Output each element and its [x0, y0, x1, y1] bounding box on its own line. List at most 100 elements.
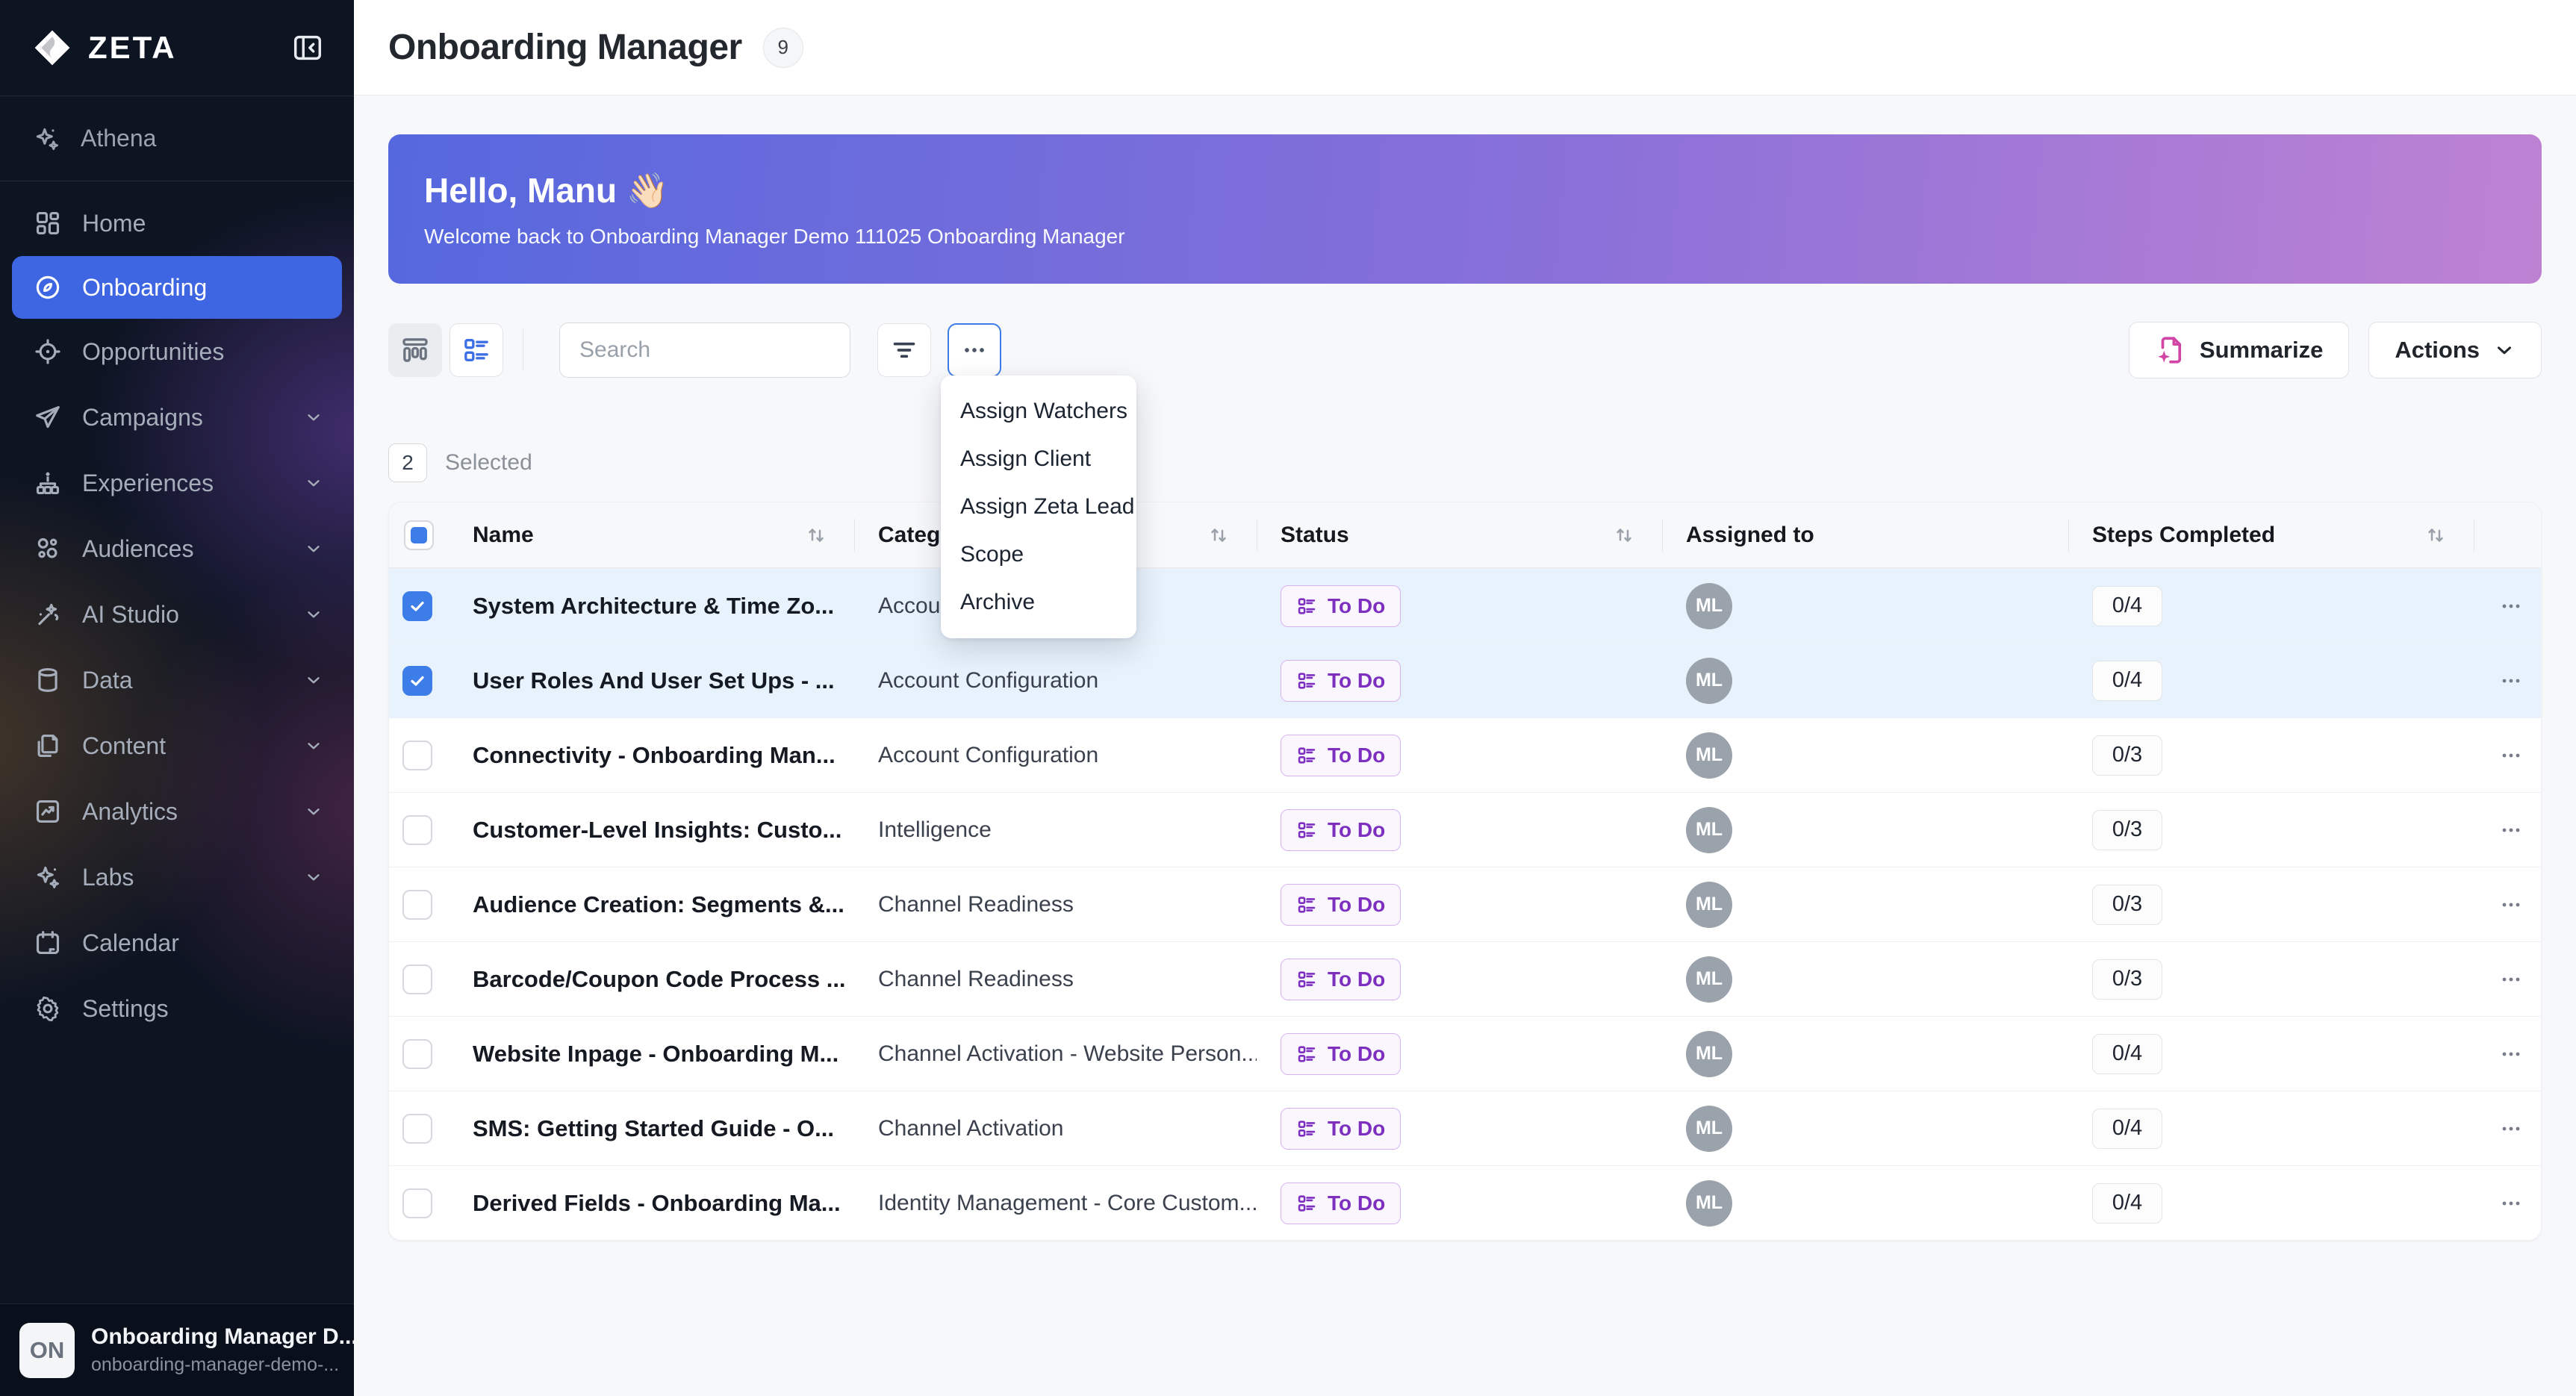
sidebar-item-opportunities[interactable]: Opportunities [0, 319, 354, 384]
assignee-avatar: ML [1686, 1031, 1732, 1077]
table-row[interactable]: SMS: Getting Started Guide - O... Channe… [389, 1091, 2541, 1165]
bulk-actions-button[interactable] [948, 323, 1001, 377]
sidebar-item-label: AI Studio [82, 601, 284, 629]
column-header-actions [2474, 502, 2541, 567]
task-name[interactable]: Customer-Level Insights: Custo... [449, 793, 854, 867]
gear-icon [33, 994, 63, 1023]
row-checkbox[interactable] [402, 741, 432, 770]
sidebar-item-calendar[interactable]: Calendar [0, 910, 354, 976]
sidebar-item-audiences[interactable]: Audiences [0, 516, 354, 582]
task-category: Channel Activation - Website Person... [854, 1017, 1257, 1091]
sidebar-item-home[interactable]: Home [0, 190, 354, 256]
sidebar-item-ai-studio[interactable]: AI Studio [0, 582, 354, 647]
table-row[interactable]: Audience Creation: Segments &... Channel… [389, 867, 2541, 941]
table-row[interactable]: Barcode/Coupon Code Process ... Channel … [389, 941, 2541, 1016]
status-label: To Do [1328, 893, 1385, 917]
task-category: Channel Readiness [854, 867, 1257, 941]
task-name[interactable]: Derived Fields - Onboarding Ma... [449, 1166, 854, 1240]
summarize-button[interactable]: Summarize [2129, 322, 2349, 378]
sidebar-item-content[interactable]: Content [0, 713, 354, 779]
sidebar-item-athena[interactable]: Athena [0, 96, 354, 181]
menu-item-assign-client[interactable]: Assign Client [941, 435, 1136, 483]
task-category: Channel Readiness [854, 942, 1257, 1016]
column-header-steps-completed[interactable]: Steps Completed [2068, 502, 2474, 567]
task-category: Account Configuration [854, 644, 1257, 717]
sidebar-item-labs[interactable]: Labs [0, 844, 354, 910]
sidebar-collapse-button[interactable] [288, 28, 327, 67]
row-actions-button[interactable] [2498, 891, 2524, 918]
row-checkbox[interactable] [402, 1188, 432, 1218]
row-checkbox[interactable] [402, 666, 432, 696]
sort-icon[interactable] [805, 524, 827, 546]
status-badge: To Do [1281, 1033, 1401, 1075]
workspace-card[interactable]: ON Onboarding Manager D... onboarding-ma… [0, 1303, 354, 1396]
paper-plane-icon [33, 402, 63, 432]
database-icon [33, 665, 63, 695]
row-checkbox[interactable] [402, 1114, 432, 1144]
row-checkbox[interactable] [402, 890, 432, 920]
actions-button[interactable]: Actions [2368, 322, 2542, 378]
task-name[interactable]: User Roles And User Set Ups - ... [449, 644, 854, 717]
row-actions-button[interactable] [2498, 667, 2524, 694]
row-actions-button[interactable] [2498, 817, 2524, 844]
sort-icon[interactable] [1613, 524, 1635, 546]
sidebar-item-onboarding[interactable]: Onboarding [12, 256, 342, 319]
sort-icon[interactable] [2424, 524, 2447, 546]
table-row[interactable]: Website Inpage - Onboarding M... Channel… [389, 1016, 2541, 1091]
menu-item-assign-zeta-lead[interactable]: Assign Zeta Lead [941, 483, 1136, 531]
table-row[interactable]: Connectivity - Onboarding Man... Account… [389, 717, 2541, 792]
board-view-button[interactable] [388, 323, 442, 377]
table-row[interactable]: System Architecture & Time Zo... Account… [389, 568, 2541, 643]
banner-subtext: Welcome back to Onboarding Manager Demo … [424, 225, 2542, 249]
row-actions-button[interactable] [2498, 1190, 2524, 1217]
sidebar-item-settings[interactable]: Settings [0, 976, 354, 1041]
ellipsis-icon [959, 335, 989, 365]
status-badge: To Do [1281, 660, 1401, 702]
row-actions-button[interactable] [2498, 1115, 2524, 1142]
task-name[interactable]: Barcode/Coupon Code Process ... [449, 942, 854, 1016]
assignee-avatar: ML [1686, 1180, 1732, 1227]
selection-label: Selected [445, 450, 532, 476]
task-name[interactable]: Website Inpage - Onboarding M... [449, 1017, 854, 1091]
sidebar-item-analytics[interactable]: Analytics [0, 779, 354, 844]
row-checkbox[interactable] [402, 591, 432, 621]
menu-item-assign-watchers[interactable]: Assign Watchers [941, 387, 1136, 435]
task-name[interactable]: Connectivity - Onboarding Man... [449, 718, 854, 792]
table-row[interactable]: Derived Fields - Onboarding Ma... Identi… [389, 1165, 2541, 1240]
column-header-assigned-to[interactable]: Assigned to [1662, 502, 2068, 567]
steps-chip: 0/3 [2092, 810, 2162, 850]
count-badge: 9 [763, 28, 803, 68]
column-header-name[interactable]: Name [449, 502, 854, 567]
indeterminate-mark [411, 527, 427, 543]
row-checkbox[interactable] [402, 815, 432, 845]
column-header-status[interactable]: Status [1257, 502, 1662, 567]
row-actions-button[interactable] [2498, 1041, 2524, 1068]
workspace-subtitle: onboarding-manager-demo-... [91, 1354, 358, 1376]
task-name[interactable]: System Architecture & Time Zo... [449, 569, 854, 643]
sidebar-item-campaigns[interactable]: Campaigns [0, 384, 354, 450]
sidebar-item-data[interactable]: Data [0, 647, 354, 713]
sort-icon[interactable] [1207, 524, 1230, 546]
menu-item-archive[interactable]: Archive [941, 579, 1136, 626]
row-actions-button[interactable] [2498, 966, 2524, 993]
sidebar-item-experiences[interactable]: Experiences [0, 450, 354, 516]
status-label: To Do [1328, 594, 1385, 618]
select-all-checkbox[interactable] [404, 520, 434, 550]
sidebar-item-label: Content [82, 732, 284, 760]
row-checkbox[interactable] [402, 1039, 432, 1069]
table-row[interactable]: User Roles And User Set Ups - ... Accoun… [389, 643, 2541, 717]
task-name[interactable]: Audience Creation: Segments &... [449, 867, 854, 941]
filter-button[interactable] [877, 323, 931, 377]
search-input[interactable] [560, 337, 850, 363]
row-checkbox[interactable] [402, 965, 432, 994]
dashboard-icon [33, 208, 63, 238]
sidebar-item-label: Campaigns [82, 404, 284, 431]
task-name[interactable]: SMS: Getting Started Guide - O... [449, 1091, 854, 1165]
menu-item-scope[interactable]: Scope [941, 531, 1136, 579]
table-row[interactable]: Customer-Level Insights: Custo... Intell… [389, 792, 2541, 867]
row-actions-button[interactable] [2498, 742, 2524, 769]
sparkle-icon [33, 862, 63, 892]
list-view-button[interactable] [449, 323, 503, 377]
table-header: Name Category Status Assigned to Steps C… [389, 502, 2541, 568]
row-actions-button[interactable] [2498, 593, 2524, 620]
